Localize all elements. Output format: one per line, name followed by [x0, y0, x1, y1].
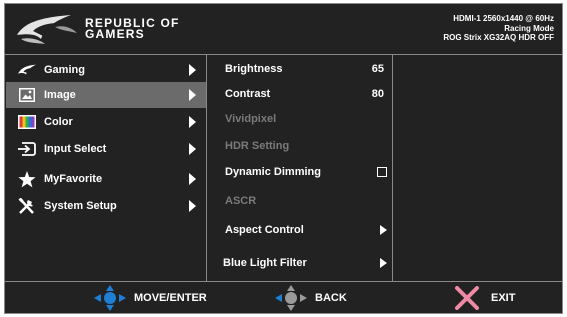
submenu-label: Contrast: [225, 88, 271, 100]
input-select-icon: [18, 141, 36, 157]
menu-label: Image: [44, 89, 76, 101]
detail-panel: [394, 55, 562, 281]
chevron-right-icon: [189, 200, 196, 212]
submenu-label: Brightness: [225, 63, 283, 75]
chevron-right-icon: [189, 64, 196, 76]
status-resolution: HDMI-1 2560x1440 @ 60Hz: [453, 14, 554, 23]
exit-label: EXIT: [491, 292, 516, 304]
image-submenu: Brightness 65 Contrast 80 Vividpixel HDR…: [207, 55, 393, 281]
chevron-right-icon: [380, 258, 387, 268]
joystick-move-icon: [94, 285, 126, 311]
submenu-item-blue-light-filter[interactable]: Blue Light Filter: [207, 253, 393, 273]
chevron-right-icon: [380, 225, 387, 235]
menu-label: System Setup: [44, 200, 117, 212]
tools-icon: [18, 197, 36, 214]
back-button[interactable]: BACK: [275, 282, 347, 314]
brand-line-2: GAMERS: [85, 27, 145, 41]
submenu-item-ascr: ASCR: [207, 191, 393, 211]
contrast-value: 80: [371, 88, 384, 100]
status-model: ROG Strix XG32AQ HDR OFF: [443, 33, 554, 42]
menu-item-color[interactable]: Color: [6, 109, 206, 135]
submenu-label: Aspect Control: [225, 224, 304, 236]
submenu-label: ASCR: [225, 195, 257, 207]
exit-button[interactable]: EXIT: [451, 282, 515, 314]
chevron-right-icon: [189, 89, 196, 101]
submenu-item-dynamic-dimming[interactable]: Dynamic Dimming: [207, 162, 393, 182]
image-icon: [18, 87, 36, 103]
input-status: HDMI-1 2560x1440 @ 60Hz Racing Mode ROG …: [443, 14, 554, 43]
submenu-label: HDR Setting: [225, 140, 290, 152]
chevron-right-icon: [189, 173, 196, 185]
chevron-right-icon: [189, 116, 196, 128]
move-enter-label: MOVE/ENTER: [134, 292, 207, 304]
status-mode: Racing Mode: [504, 23, 554, 33]
submenu-item-hdr-setting: HDR Setting: [207, 136, 393, 156]
star-icon: [18, 170, 36, 187]
dynamic-dimming-checkbox[interactable]: [377, 167, 387, 177]
menu-item-input-select[interactable]: Input Select: [6, 136, 206, 162]
joystick-back-icon: [275, 285, 307, 311]
submenu-label: Vividpixel: [225, 113, 277, 125]
back-label: BACK: [315, 292, 347, 304]
submenu-label: Blue Light Filter: [223, 257, 307, 269]
color-bars-icon: [18, 114, 36, 130]
menu-label: Gaming: [44, 64, 85, 76]
move-enter-button[interactable]: MOVE/ENTER: [94, 282, 207, 314]
menu-item-myfavorite[interactable]: MyFavorite: [6, 166, 206, 192]
close-icon: [451, 285, 483, 311]
rog-eye-icon: [18, 62, 36, 78]
submenu-item-contrast[interactable]: Contrast 80: [207, 84, 393, 104]
submenu-item-vividpixel: Vividpixel: [207, 109, 393, 129]
menu-label: Color: [44, 116, 73, 128]
brightness-value: 65: [371, 63, 384, 75]
rog-logo-icon: [17, 15, 77, 44]
menu-item-image[interactable]: Image: [6, 82, 206, 108]
main-menu: Gaming Image Color Input Select MyFavori…: [5, 55, 207, 281]
submenu-label: Dynamic Dimming: [225, 166, 321, 178]
menu-label: Input Select: [44, 143, 107, 155]
header: REPUBLIC OF GAMERS HDMI-1 2560x1440 @ 60…: [5, 4, 562, 55]
brand-name: REPUBLIC OF GAMERS: [85, 17, 180, 41]
chevron-right-icon: [189, 143, 196, 155]
submenu-item-aspect-control[interactable]: Aspect Control: [207, 220, 393, 240]
submenu-item-brightness[interactable]: Brightness 65: [207, 59, 393, 79]
menu-label: MyFavorite: [44, 173, 103, 185]
footer-controls: MOVE/ENTER BACK EXIT: [5, 281, 562, 313]
osd-panel: REPUBLIC OF GAMERS HDMI-1 2560x1440 @ 60…: [4, 3, 563, 314]
menu-item-system-setup[interactable]: System Setup: [6, 193, 206, 219]
menu-item-gaming[interactable]: Gaming: [6, 57, 206, 83]
